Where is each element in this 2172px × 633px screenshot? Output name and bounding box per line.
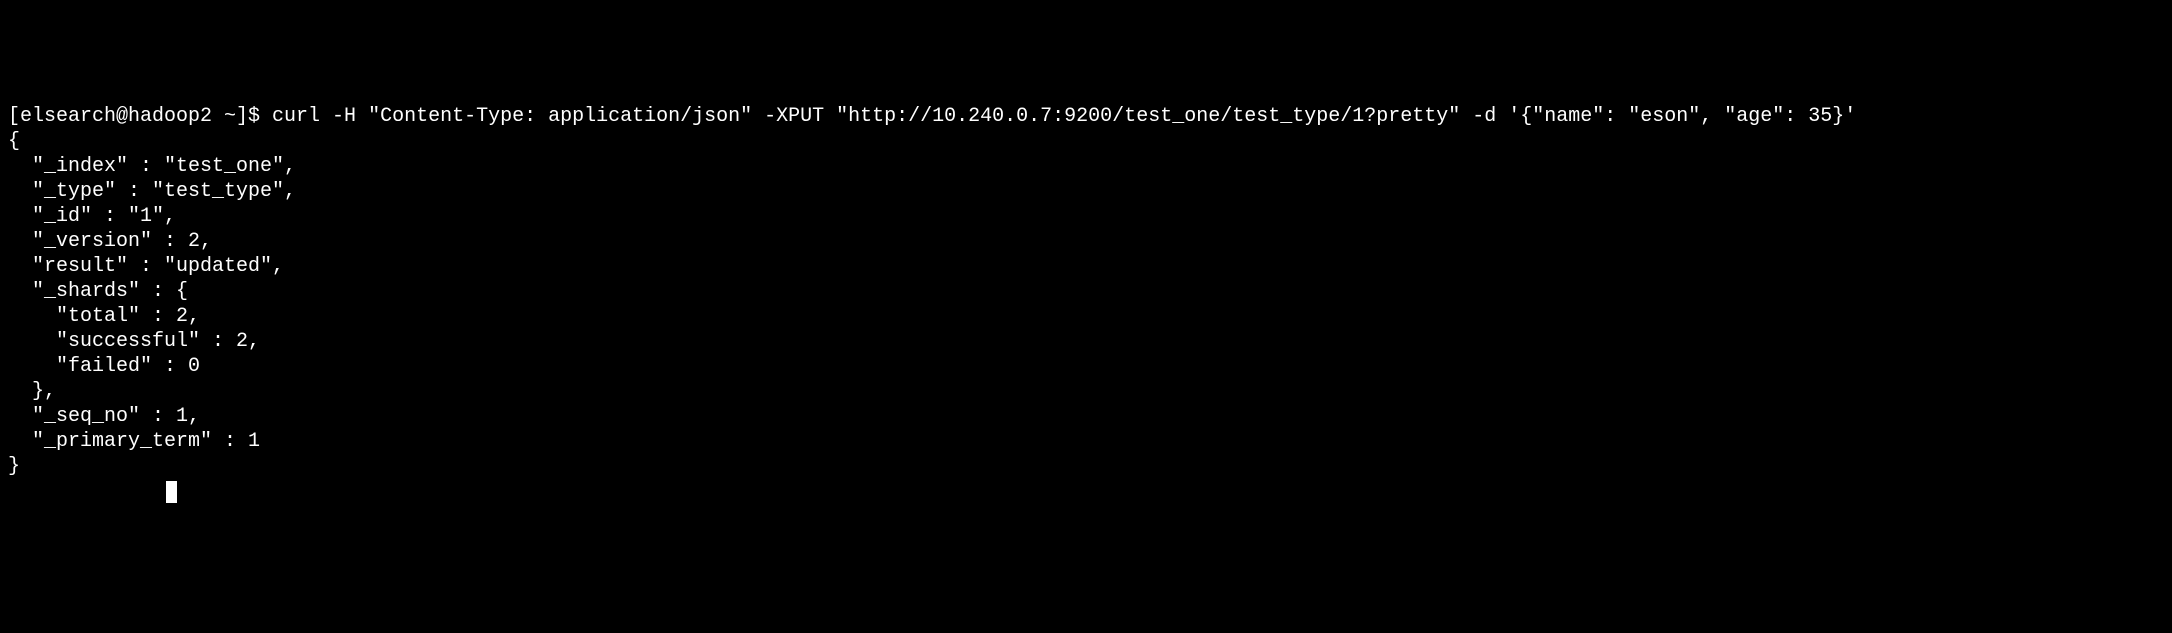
json-output-line: "_id" : "1",	[8, 204, 2164, 229]
json-output-line: "successful" : 2,	[8, 329, 2164, 354]
json-output-line: "_shards" : {	[8, 279, 2164, 304]
shell-prompt: [elsearch@hadoop2 ~]$	[8, 105, 272, 128]
terminal-output[interactable]: [elsearch@hadoop2 ~]$ curl -H "Content-T…	[8, 104, 2164, 504]
json-output-line: "result" : "updated",	[8, 254, 2164, 279]
json-output-line: "_seq_no" : 1,	[8, 404, 2164, 429]
curl-command: curl -H "Content-Type: application/json"…	[272, 105, 1856, 128]
json-output-line: }	[8, 454, 2164, 479]
json-output-line: "_index" : "test_one",	[8, 154, 2164, 179]
json-output-line: {	[8, 129, 2164, 154]
terminal-cursor	[166, 481, 177, 503]
json-output-line: "_primary_term" : 1	[8, 429, 2164, 454]
json-output-line: },	[8, 379, 2164, 404]
command-line: [elsearch@hadoop2 ~]$ curl -H "Content-T…	[8, 104, 2164, 129]
json-output-line: "total" : 2,	[8, 304, 2164, 329]
json-output-line: "failed" : 0	[8, 354, 2164, 379]
json-output-line: "_version" : 2,	[8, 229, 2164, 254]
cursor-line	[8, 479, 2164, 504]
json-output-line: "_type" : "test_type",	[8, 179, 2164, 204]
